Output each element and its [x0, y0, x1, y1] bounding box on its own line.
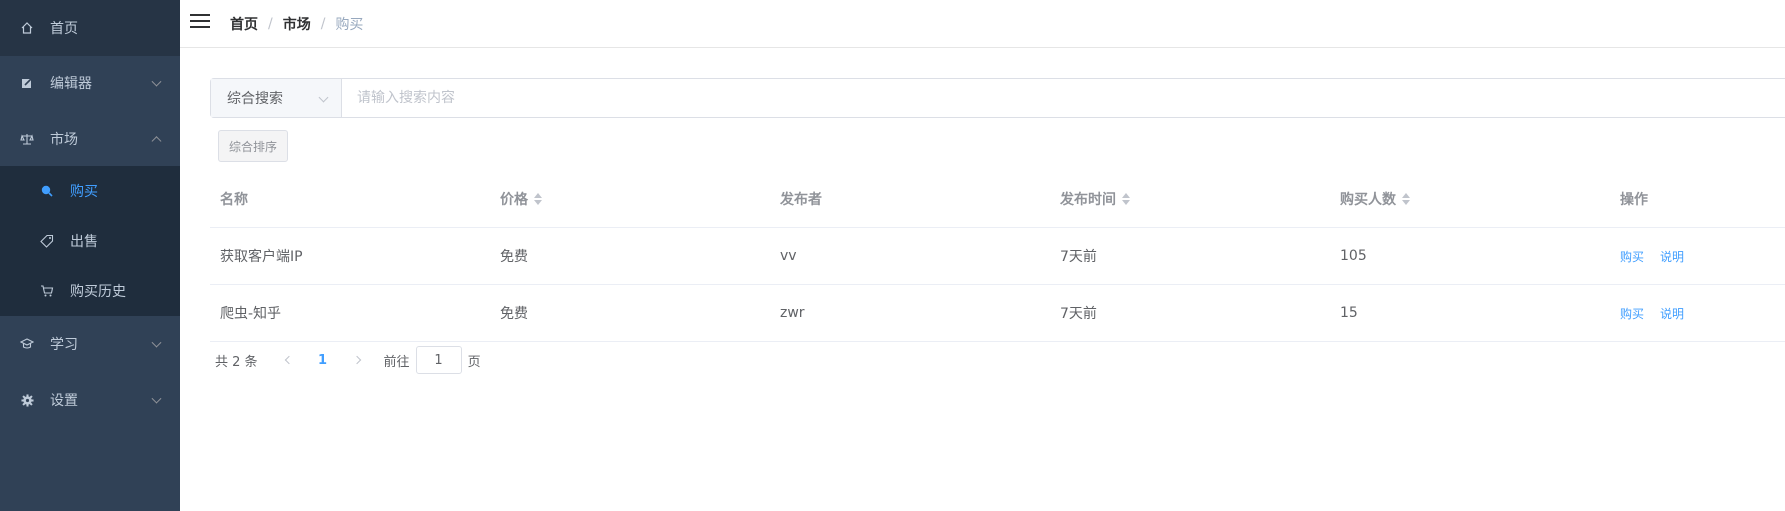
chevron-up-icon — [151, 136, 162, 147]
cell-buyers: 15 — [1340, 305, 1358, 321]
cell-price: 免费 — [500, 249, 528, 265]
breadcrumb-item-market[interactable]: 市场 — [283, 14, 311, 34]
edit-icon — [20, 76, 34, 90]
column-header-time[interactable]: 发布时间 — [1060, 171, 1130, 227]
cell-time: 7天前 — [1060, 306, 1097, 322]
navbar: 首页 / 市场 / 购买 — [180, 0, 1785, 48]
tag-icon — [40, 234, 54, 248]
cell-price: 免费 — [500, 306, 528, 322]
hamburger-menu-icon[interactable] — [190, 14, 210, 30]
sidebar-item-sell[interactable]: 出售 — [0, 216, 180, 266]
graduation-cap-icon — [20, 337, 34, 351]
sort-caret-icon[interactable] — [1402, 193, 1410, 205]
goto-label: 前往 — [383, 354, 410, 370]
sidebar-item-market[interactable]: 市场 — [0, 111, 180, 167]
sidebar-item-settings[interactable]: 设置 — [0, 372, 180, 428]
column-header-publisher: 发布者 — [780, 192, 822, 208]
search-type-select[interactable]: 综合搜索 — [211, 79, 342, 117]
sidebar-item-home[interactable]: 首页 — [0, 0, 180, 56]
sidebar-item-editor[interactable]: 编辑器 — [0, 55, 180, 111]
page-suffix: 页 — [467, 354, 481, 370]
market-submenu: 购买 出售 购买历史 — [0, 166, 180, 316]
cell-actions: 购买 说明 — [1620, 285, 1700, 341]
search-type-value: 综合搜索 — [227, 91, 283, 107]
cell-time: 7天前 — [1060, 249, 1097, 265]
column-header-buyers[interactable]: 购买人数 — [1340, 171, 1410, 227]
pagination: 共 2 条 1 前往 页 — [215, 346, 481, 374]
cell-publisher: zwr — [780, 305, 805, 321]
table-row: 爬虫-知乎 免费 zwr 7天前 15 购买 说明 — [210, 285, 1785, 342]
data-table: 名称 价格 发布者 发布时间 购买人数 操作 获取客户端IP 免费 vv 7天前… — [210, 171, 1785, 342]
page-number[interactable]: 1 — [304, 346, 342, 374]
prev-page-button[interactable] — [274, 346, 304, 374]
breadcrumb-separator: / — [320, 16, 326, 32]
buy-link[interactable]: 购买 — [1620, 248, 1644, 265]
sidebar-item-label: 出售 — [70, 234, 98, 250]
chevron-left-icon — [284, 355, 293, 365]
chevron-down-icon — [318, 92, 329, 103]
sidebar-item-learn[interactable]: 学习 — [0, 316, 180, 372]
sidebar-item-history[interactable]: 购买历史 — [0, 266, 180, 316]
sidebar-item-label: 市场 — [50, 132, 78, 148]
chevron-right-icon — [352, 355, 361, 365]
column-header-actions: 操作 — [1620, 192, 1648, 208]
breadcrumb: 首页 / 市场 / 购买 — [230, 14, 363, 34]
sort-button[interactable]: 综合排序 — [218, 130, 288, 162]
sidebar-item-label: 学习 — [50, 337, 78, 353]
cart-icon — [40, 284, 54, 298]
search-input[interactable] — [342, 79, 1785, 117]
sidebar: 首页 编辑器 市场 购买 出售 购买历史 学习 设置 — [0, 0, 180, 511]
description-link[interactable]: 说明 — [1660, 305, 1684, 322]
search-icon — [40, 184, 54, 198]
sidebar-item-label: 购买历史 — [70, 284, 126, 300]
table-header-row: 名称 价格 发布者 发布时间 购买人数 操作 — [210, 171, 1785, 228]
cell-buyers: 105 — [1340, 248, 1367, 264]
chevron-down-icon — [151, 393, 162, 404]
sidebar-item-label: 编辑器 — [50, 76, 92, 92]
sort-caret-icon[interactable] — [534, 193, 542, 205]
buy-link[interactable]: 购买 — [1620, 305, 1644, 322]
sidebar-item-label: 首页 — [50, 21, 78, 37]
home-icon — [20, 21, 34, 35]
breadcrumb-item-home[interactable]: 首页 — [230, 14, 258, 34]
table-row: 获取客户端IP 免费 vv 7天前 105 购买 说明 — [210, 228, 1785, 285]
cell-actions: 购买 说明 — [1620, 228, 1700, 284]
cell-name: 获取客户端IP — [220, 249, 303, 265]
goto-page-input[interactable] — [415, 346, 462, 374]
column-header-name: 名称 — [220, 192, 248, 208]
cell-name: 爬虫-知乎 — [220, 306, 282, 322]
sidebar-item-label: 设置 — [50, 393, 78, 409]
sidebar-item-label: 购买 — [70, 184, 98, 200]
chevron-down-icon — [151, 337, 162, 348]
cell-publisher: vv — [780, 248, 797, 264]
scale-icon — [20, 132, 34, 146]
breadcrumb-separator: / — [268, 16, 273, 32]
column-header-price[interactable]: 价格 — [500, 171, 542, 227]
sidebar-item-buy[interactable]: 购买 — [0, 166, 180, 216]
breadcrumb-item-current: 购买 — [335, 17, 364, 33]
gear-icon — [20, 393, 34, 407]
next-page-button[interactable] — [342, 346, 372, 374]
search-bar: 综合搜索 — [210, 78, 1785, 118]
pagination-total: 共 2 条 — [215, 354, 258, 370]
sort-caret-icon[interactable] — [1122, 193, 1130, 205]
chevron-down-icon — [151, 76, 162, 87]
description-link[interactable]: 说明 — [1660, 248, 1684, 265]
page-jumper: 前往 页 — [384, 346, 481, 374]
